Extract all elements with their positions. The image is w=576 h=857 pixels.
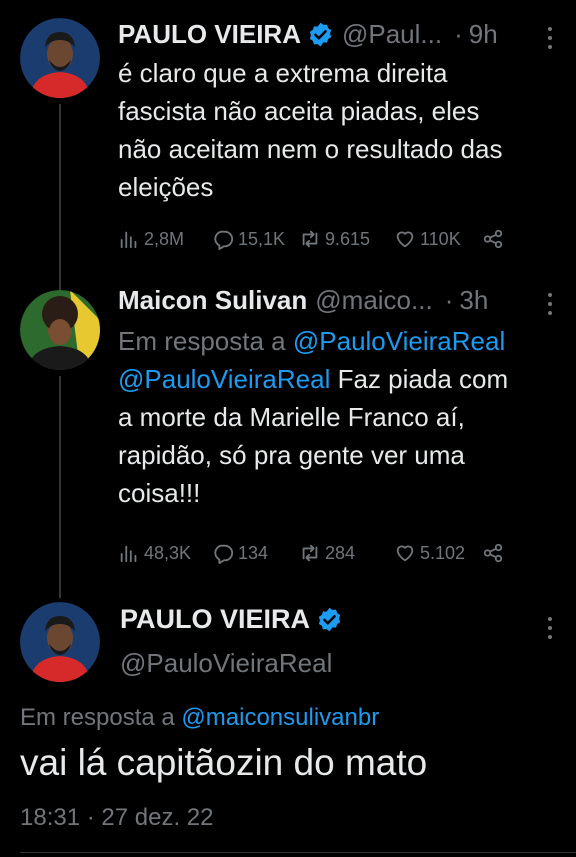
views-button[interactable]: 2,8M [118,224,184,254]
retweet-icon [302,230,318,248]
separator-dot: · [454,18,463,49]
tweet-text-line: não aceitam nem o resultado das [118,134,503,164]
author-handle[interactable]: @PauloVieiraReal [120,648,332,679]
reply-icon [214,544,234,564]
tweet-text-line: rapidão, só pra gente ver uma [118,440,465,470]
views-icon [120,545,137,563]
like-count: 110K [420,228,461,249]
tweet-text-fragment: Faz piada com [330,364,509,394]
reply-context: Em resposta a @maiconsulivanbr [20,704,379,732]
views-count: 48,3K [144,542,192,563]
retweet-button[interactable]: 9.615 [299,224,370,254]
views-button[interactable]: 48,3K [118,538,191,568]
author-name[interactable]: PAULO VIEIRA [118,19,301,50]
reply-prefix: Em resposta a [20,704,175,731]
tweet-time[interactable]: 9h [469,19,498,50]
author-handle[interactable]: @maico... [315,285,432,316]
mention-link[interactable]: @PauloVieiraReal [118,364,330,394]
tweet-paulo-vieira[interactable]: PAULO VIEIRA @Paul... · 9h é claro que a… [0,0,576,270]
tweet-timestamp[interactable]: 18:31 · 27 dez. 22 [20,804,213,832]
focused-tweet[interactable]: PAULO VIEIRA @PauloVieiraReal Em respost… [0,590,576,857]
reply-context: Em resposta a @PauloVieiraReal [118,322,558,360]
author-name[interactable]: PAULO VIEIRA [120,604,310,635]
reply-button[interactable]: 15,1K [212,224,285,254]
heart-icon [396,545,414,562]
share-button[interactable] [482,224,508,254]
share-button[interactable] [482,538,508,568]
tweet-time[interactable]: 3h [459,285,488,316]
share-icon [483,229,503,249]
tweet-text-line: @PauloVieiraReal Faz piada com [118,360,558,398]
tweet-text: vai lá capitãozin do mato [20,742,428,783]
retweet-count: 284 [325,542,356,563]
tweet-text-line: fascista não aceita piadas, eles [118,96,480,126]
reply-count: 134 [238,542,269,563]
tweet-text-line: coisa!!! [118,478,201,508]
views-count: 2,8M [144,228,185,249]
tweet-text-line: a morte da Marielle Franco aí, [118,402,465,432]
more-options-icon[interactable] [546,614,554,642]
verified-badge-icon [309,22,332,46]
reply-prefix: Em resposta a [118,326,286,356]
author-handle[interactable]: @Paul... [342,19,442,50]
share-icon [483,543,503,563]
divider [20,852,576,853]
retweet-icon [302,544,318,562]
reply-button[interactable]: 134 [212,538,268,568]
separator-dot: · [444,284,454,315]
tweet-maicon-sulivan[interactable]: Maicon Sulivan @maico... · 3h Em respost… [0,280,576,580]
like-button[interactable]: 110K [394,224,461,254]
verified-badge-icon [318,607,341,632]
tweet-text: Em resposta a @PauloVieiraReal @PauloVie… [118,322,558,512]
like-count: 5.102 [420,542,466,563]
reply-mention-link[interactable]: @PauloVieiraReal [293,326,505,356]
reply-mention-link[interactable]: @maiconsulivanbr [181,704,379,731]
reply-count: 15,1K [238,228,286,249]
heart-icon [396,231,414,248]
tweet-text-line: é claro que a extrema direita [118,58,448,88]
more-options-icon[interactable] [546,24,554,52]
avatar-paulo-vieira[interactable] [20,602,100,682]
like-button[interactable]: 5.102 [394,538,465,568]
tweet-text: é claro que a extrema direita fascista n… [118,54,558,206]
author-name[interactable]: Maicon Sulivan [118,285,307,316]
more-options-icon[interactable] [546,290,554,318]
views-icon [120,231,137,249]
tweet-text-line: eleições [118,172,214,202]
retweet-count: 9.615 [325,228,371,249]
avatar-maicon-sulivan[interactable] [20,290,100,370]
reply-icon [214,230,234,250]
retweet-button[interactable]: 284 [299,538,355,568]
avatar-paulo-vieira[interactable] [20,18,100,98]
